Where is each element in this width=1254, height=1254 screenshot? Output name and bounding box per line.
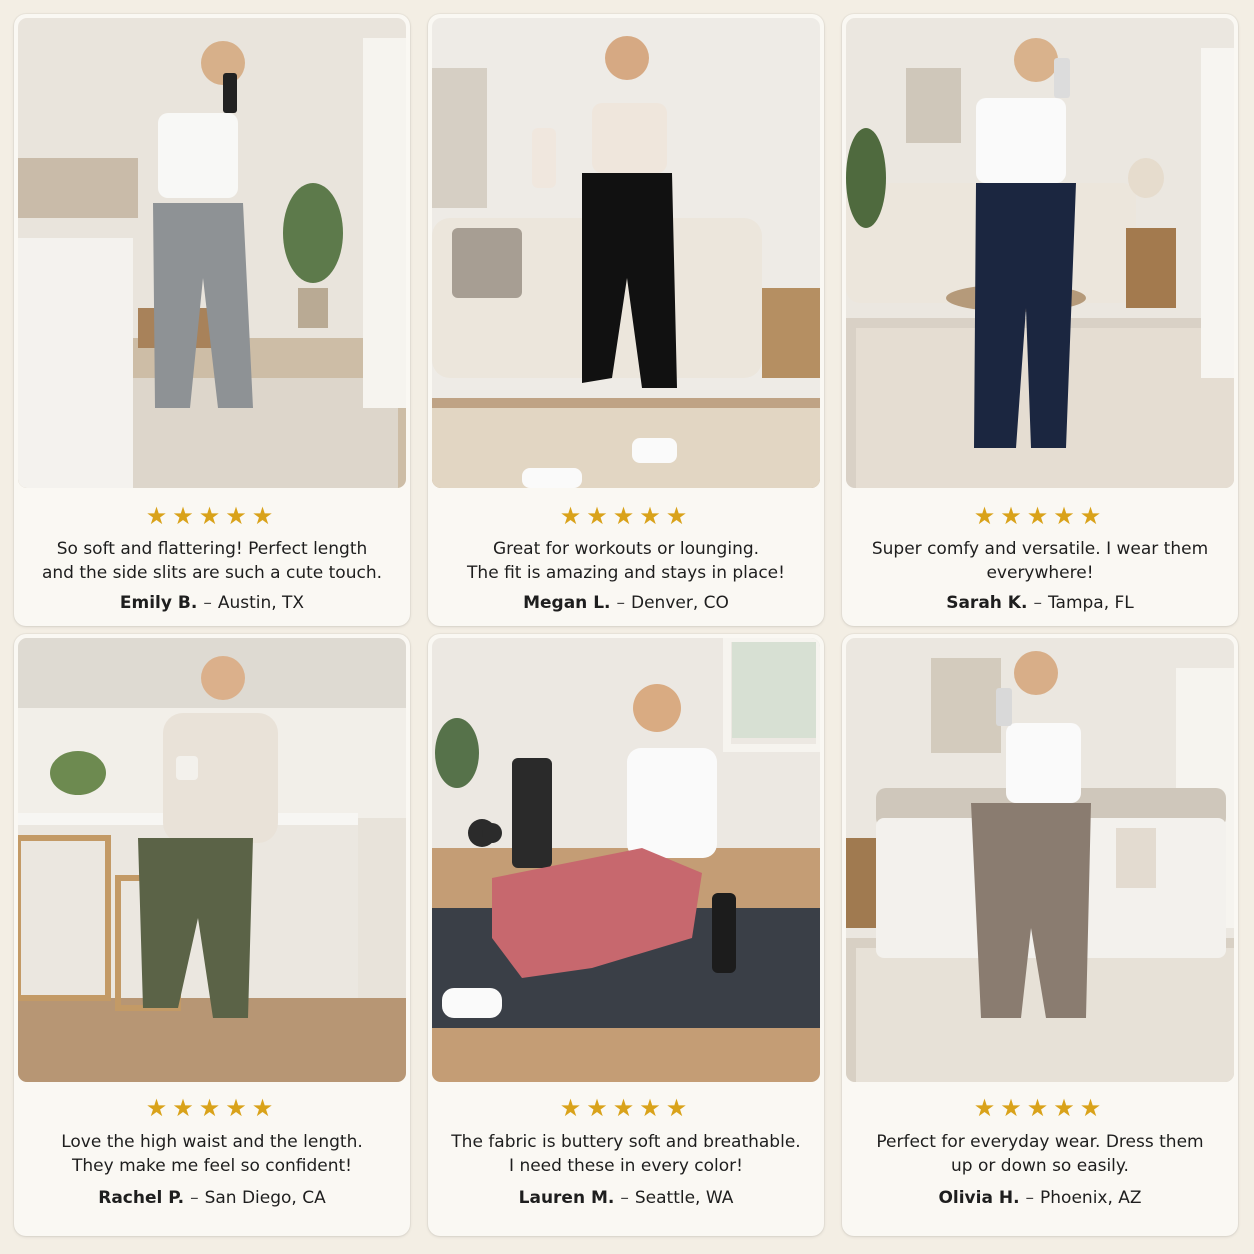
review-text-line: The fit is amazing and stays in place! bbox=[467, 563, 785, 583]
review-card: ★★★★★ Super comfy and versatile. I wear … bbox=[842, 14, 1238, 626]
reviewer-location: San Diego, CA bbox=[204, 1188, 326, 1208]
review-text: Love the high waist and the length. They… bbox=[32, 1130, 392, 1178]
separator: – bbox=[616, 593, 626, 613]
reviewer-location: Denver, CO bbox=[631, 593, 729, 613]
reviewer-name: Olivia H. bbox=[938, 1188, 1020, 1208]
review-card: ★★★★★ So soft and flattering! Perfect le… bbox=[14, 14, 410, 626]
review-text-line: and the side slits are such a cute touch… bbox=[41, 563, 383, 583]
review-photo bbox=[432, 18, 820, 488]
reviewer-name: Lauren M. bbox=[518, 1188, 615, 1208]
separator: – bbox=[1025, 1188, 1035, 1208]
reviewer-location: Seattle, WA bbox=[634, 1188, 734, 1208]
star-rating: ★★★★★ bbox=[145, 502, 279, 530]
review-card: ★★★★★ The fabric is buttery soft and bre… bbox=[428, 634, 824, 1236]
star-rating: ★★★★★ bbox=[973, 502, 1107, 530]
separator: – bbox=[203, 593, 212, 613]
review-photo bbox=[432, 638, 820, 1082]
separator: – bbox=[190, 1188, 199, 1208]
review-text-line: So soft and flattering! Perfect length bbox=[56, 539, 368, 559]
reviewer: Olivia H. – Phoenix, AZ bbox=[842, 1187, 1238, 1209]
review-text-line: The fabric is buttery soft and breathabl… bbox=[451, 1132, 801, 1152]
star-rating: ★★★★★ bbox=[145, 1094, 279, 1122]
reviewer: Rachel P. – San Diego, CA bbox=[14, 1187, 410, 1209]
review-card: ★★★★★ Love the high waist and the length… bbox=[14, 634, 410, 1236]
review-text: So soft and flattering! Perfect length a… bbox=[32, 537, 392, 585]
review-text-line: I need these in every color! bbox=[509, 1156, 743, 1176]
reviewer-location: Phoenix, AZ bbox=[1040, 1188, 1142, 1208]
review-text: Perfect for everyday wear. Dress them up… bbox=[860, 1130, 1220, 1178]
reviewer-name: Megan L. bbox=[523, 593, 611, 613]
review-text-line: Perfect for everyday wear. Dress them bbox=[876, 1132, 1204, 1152]
reviewer: Emily B. – Austin, TX bbox=[14, 592, 410, 614]
review-text: Super comfy and versatile. I wear them e… bbox=[860, 537, 1220, 585]
review-text-line: They make me feel so confident! bbox=[71, 1156, 352, 1176]
reviewer-name: Emily B. bbox=[119, 593, 198, 613]
review-grid: ★★★★★ So soft and flattering! Perfect le… bbox=[0, 0, 1254, 1254]
separator: – bbox=[1033, 593, 1042, 613]
review-photo bbox=[18, 18, 406, 488]
review-text-line: Great for workouts or lounging. bbox=[492, 539, 760, 559]
star-rating: ★★★★★ bbox=[559, 502, 693, 530]
review-photo bbox=[846, 18, 1234, 488]
reviewer: Sarah K. – Tampa, FL bbox=[842, 592, 1238, 614]
star-rating: ★★★★★ bbox=[559, 1094, 693, 1122]
review-card: ★★★★★ Great for workouts or lounging. Th… bbox=[428, 14, 824, 626]
reviewer: Megan L. – Denver, CO bbox=[428, 592, 824, 614]
review-text: The fabric is buttery soft and breathabl… bbox=[446, 1130, 806, 1178]
review-text-line: Love the high waist and the length. bbox=[61, 1132, 363, 1152]
reviewer-location: Austin, TX bbox=[217, 593, 305, 613]
review-photo bbox=[846, 638, 1234, 1082]
reviewer-name: Rachel P. bbox=[98, 1188, 185, 1208]
reviewer: Lauren M. – Seattle, WA bbox=[428, 1187, 824, 1209]
review-text-line: everywhere! bbox=[986, 563, 1094, 583]
review-text: Great for workouts or lounging. The fit … bbox=[446, 537, 806, 585]
review-text-line: up or down so easily. bbox=[951, 1156, 1129, 1176]
separator: – bbox=[620, 1188, 629, 1208]
reviewer-name: Sarah K. bbox=[946, 593, 1028, 613]
review-photo bbox=[18, 638, 406, 1082]
review-card: ★★★★★ Perfect for everyday wear. Dress t… bbox=[842, 634, 1238, 1236]
review-text-line: Super comfy and versatile. I wear them bbox=[871, 539, 1209, 559]
star-rating: ★★★★★ bbox=[973, 1094, 1107, 1122]
reviewer-location: Tampa, FL bbox=[1047, 593, 1134, 613]
